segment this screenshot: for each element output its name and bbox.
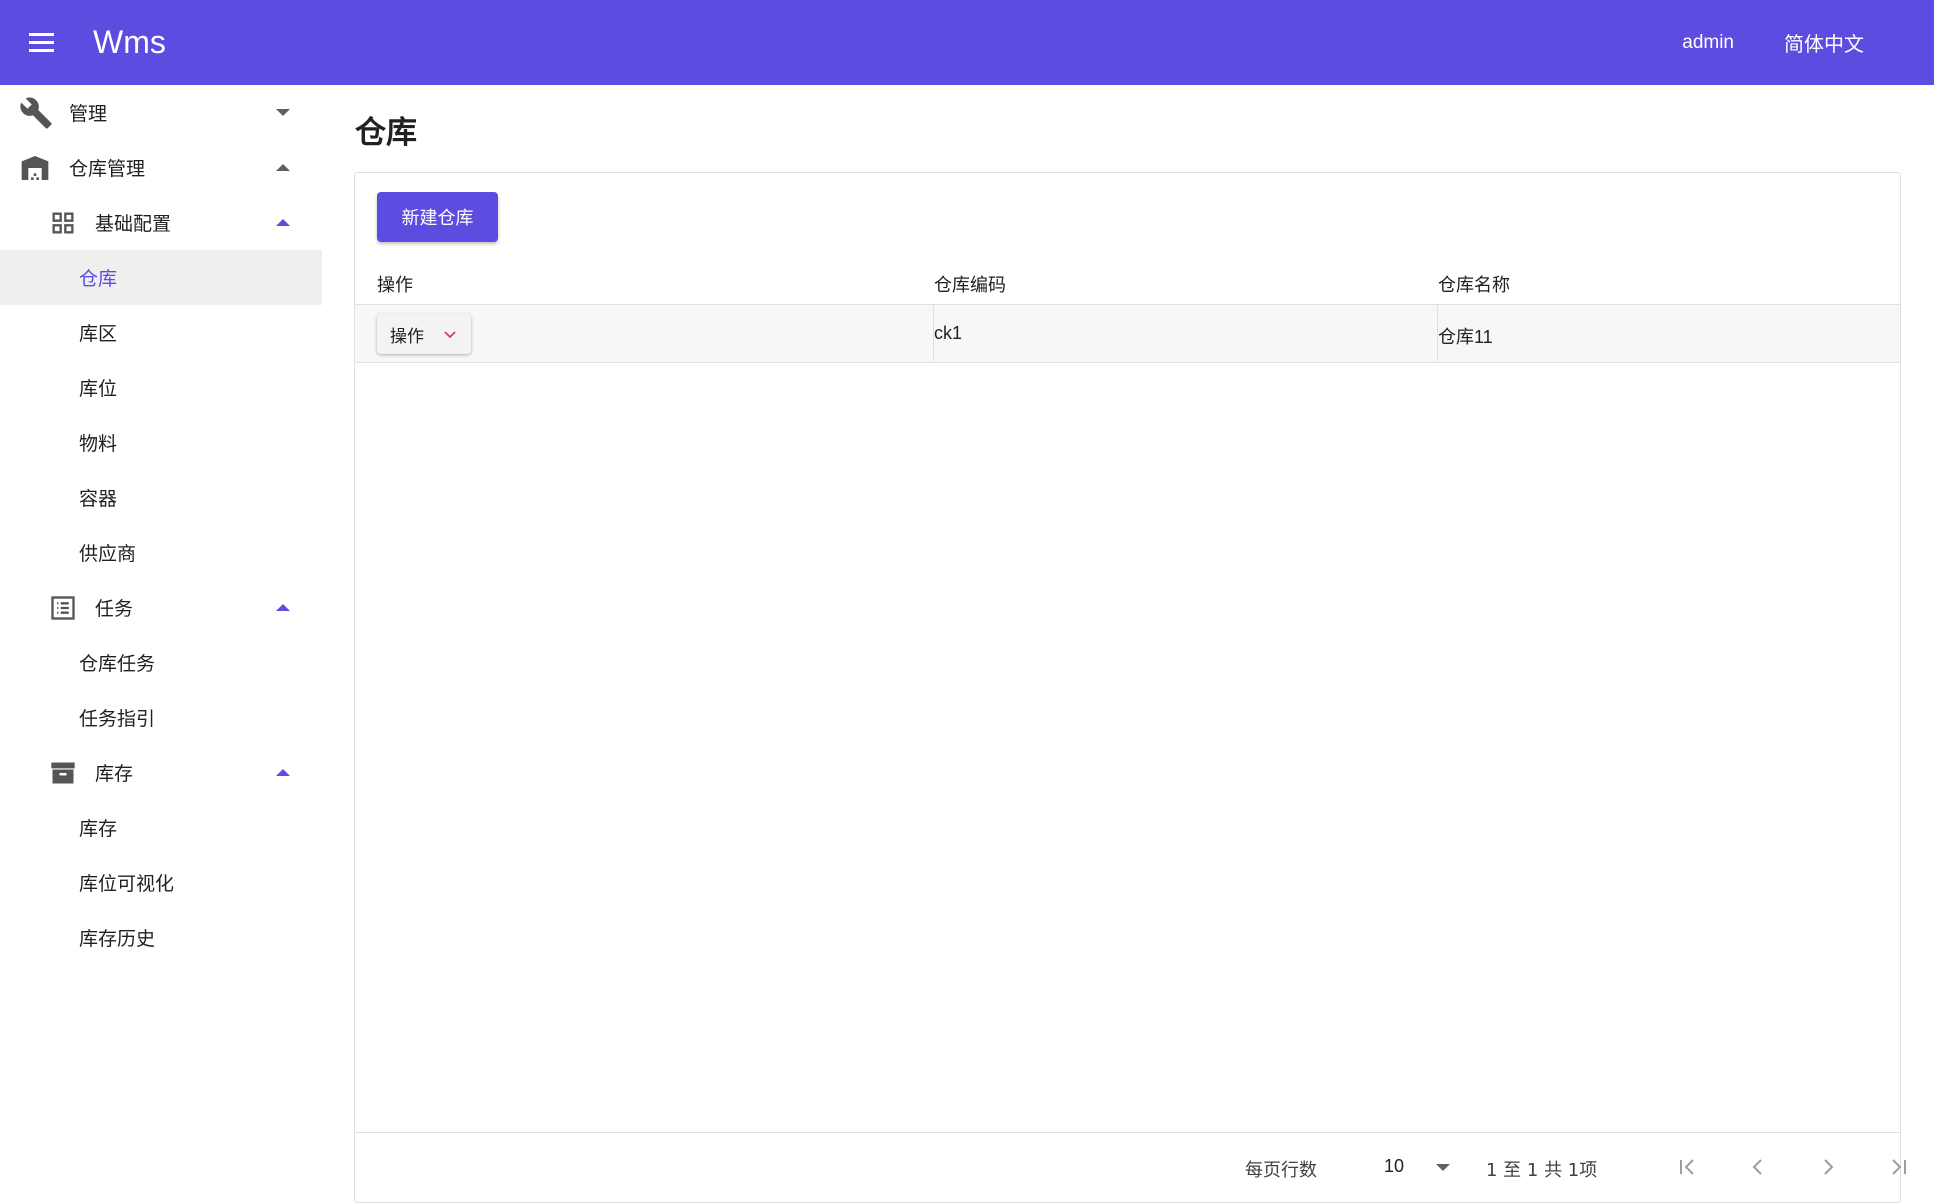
hamburger-menu-icon[interactable] (29, 26, 63, 60)
pagination-range: 1 至 1 共 1项 (1486, 1156, 1597, 1182)
column-header-action[interactable]: 操作 (377, 271, 413, 297)
sidebar-item-label: 仓库管理 (69, 154, 145, 181)
column-header-name[interactable]: 仓库名称 (1438, 271, 1510, 297)
sidebar-item-basic-config[interactable]: 基础配置 (0, 195, 322, 250)
sidebar-item-warehouse-tasks[interactable]: 仓库任务 (0, 635, 322, 690)
app-title: Wms (93, 24, 166, 61)
chevron-up-icon (276, 164, 290, 171)
chevron-down-icon (443, 326, 457, 346)
list-icon (49, 594, 77, 622)
sidebar-item-label: 库区 (79, 319, 117, 346)
sidebar-item-container[interactable]: 容器 (0, 470, 322, 525)
sidebar-nav: 管理 仓库管理 基础配置 仓库 库区 库位 物料 容器 供应商 任务 (0, 85, 322, 1137)
row-action-label: 操作 (390, 322, 424, 347)
sidebar-item-tasks[interactable]: 任务 (0, 580, 322, 635)
table-header: 操作 仓库编码 仓库名称 (355, 257, 1900, 305)
app-bar: Wms admin 简体中文 (0, 0, 1934, 85)
user-menu-button[interactable]: admin (1664, 24, 1752, 62)
previous-page-icon[interactable] (1741, 1150, 1775, 1184)
first-page-icon[interactable] (1671, 1150, 1705, 1184)
sidebar-item-label: 库存 (95, 759, 133, 786)
archive-icon (49, 759, 77, 787)
sidebar-item-location-visualization[interactable]: 库位可视化 (0, 855, 322, 910)
chevron-down-icon (276, 109, 290, 116)
chevron-up-icon (276, 769, 290, 776)
sidebar-item-warehouse[interactable]: 仓库 (0, 250, 322, 305)
sidebar-item-label: 供应商 (79, 539, 136, 566)
warehouse-icon (19, 152, 51, 184)
main-content: 仓库 新建仓库 操作 仓库编码 仓库名称 操作 ck1 仓库11 每页行数 10 (322, 85, 1934, 1137)
sidebar-item-inventory-group[interactable]: 库存 (0, 745, 322, 800)
language-switch-button[interactable]: 简体中文 (1766, 20, 1882, 65)
sidebar-item-inventory[interactable]: 库存 (0, 800, 322, 855)
rows-per-page-select[interactable]: 10 (1371, 1147, 1451, 1187)
sidebar-item-label: 基础配置 (95, 209, 171, 236)
cell-warehouse-code: ck1 (934, 323, 962, 344)
sidebar-item-location[interactable]: 库位 (0, 360, 322, 415)
sidebar-item-material[interactable]: 物料 (0, 415, 322, 470)
table-row[interactable]: 操作 ck1 仓库11 (355, 305, 1900, 363)
pagination-bar: 每页行数 10 1 至 1 共 1项 (355, 1132, 1900, 1202)
sidebar-item-label: 库存历史 (79, 924, 155, 951)
last-page-icon[interactable] (1881, 1150, 1915, 1184)
warehouse-table-card: 新建仓库 操作 仓库编码 仓库名称 操作 ck1 仓库11 每页行数 10 (354, 172, 1901, 1203)
sidebar-item-label: 仓库任务 (79, 649, 155, 676)
sidebar-item-label: 库存 (79, 814, 117, 841)
grid-icon (49, 209, 77, 237)
column-header-code[interactable]: 仓库编码 (934, 271, 1006, 297)
sidebar-item-zone[interactable]: 库区 (0, 305, 322, 360)
sidebar-item-label: 容器 (79, 484, 117, 511)
sidebar-item-label: 管理 (69, 99, 107, 126)
sidebar-item-label: 库位 (79, 374, 117, 401)
rows-per-page-value: 10 (1384, 1156, 1404, 1177)
row-action-menu-button[interactable]: 操作 (377, 314, 471, 354)
sidebar-item-label: 仓库 (79, 264, 117, 291)
sidebar-item-task-guide[interactable]: 任务指引 (0, 690, 322, 745)
sidebar-item-warehouse-management[interactable]: 仓库管理 (0, 140, 322, 195)
next-page-icon[interactable] (1811, 1150, 1845, 1184)
dropdown-arrow-icon (1436, 1164, 1450, 1171)
chevron-up-icon (276, 604, 290, 611)
rows-per-page-label: 每页行数 (1245, 1156, 1317, 1182)
cell-warehouse-name: 仓库11 (1438, 323, 1493, 349)
wrench-icon (19, 96, 53, 130)
sidebar-item-label: 物料 (79, 429, 117, 456)
sidebar-item-label: 库位可视化 (79, 869, 174, 896)
sidebar-item-inventory-history[interactable]: 库存历史 (0, 910, 322, 965)
chevron-up-icon (276, 219, 290, 226)
sidebar-item-label: 任务指引 (79, 704, 155, 731)
sidebar-item-supplier[interactable]: 供应商 (0, 525, 322, 580)
page-title: 仓库 (355, 107, 417, 152)
sidebar-item-label: 任务 (95, 594, 133, 621)
new-warehouse-button[interactable]: 新建仓库 (377, 192, 498, 242)
sidebar-item-admin[interactable]: 管理 (0, 85, 322, 140)
